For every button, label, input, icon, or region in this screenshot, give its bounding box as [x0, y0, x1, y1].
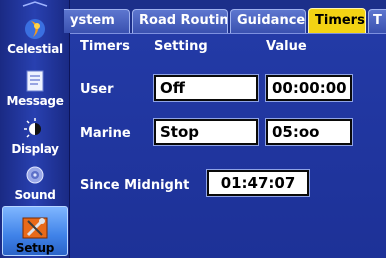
marine-timer-label: Marine	[80, 126, 131, 141]
tab-label: ystem	[70, 13, 115, 28]
tab-road-routing[interactable]: Road Routing	[132, 9, 228, 33]
tab-system[interactable]: ystem	[64, 9, 130, 33]
sidebar-item-label: Display	[11, 142, 59, 156]
since-midnight-label: Since Midnight	[80, 178, 190, 193]
tab-guidance[interactable]: Guidance	[230, 9, 306, 33]
sidebar: Celestial Message Display Sound Setup	[0, 0, 70, 258]
speaker-icon	[26, 166, 44, 184]
tab-label: Road Routing	[139, 13, 228, 28]
sidebar-item-message[interactable]: Message	[2, 58, 68, 108]
tab-label: Timers	[315, 13, 365, 28]
message-icon	[26, 70, 44, 92]
sidebar-item-celestial[interactable]: Celestial	[2, 4, 68, 56]
marine-timer-setting-field[interactable]: Stop	[153, 118, 259, 146]
sidebar-item-label: Setup	[15, 241, 55, 255]
sidebar-item-sound[interactable]: Sound	[2, 158, 68, 202]
sidebar-item-label: Celestial	[7, 42, 63, 56]
sidebar-item-setup[interactable]: Setup	[2, 206, 68, 256]
column-header-setting: Setting	[154, 39, 208, 54]
sidebar-item-label: Message	[6, 94, 64, 108]
tab-label: Guidance	[237, 13, 306, 28]
timers-panel: Timers Setting Value User Off 00:00:00 M…	[70, 33, 386, 258]
user-timer-label: User	[80, 82, 114, 97]
display-brightness-icon	[24, 118, 41, 138]
column-header-timers: Timers	[80, 39, 130, 54]
column-header-value: Value	[266, 39, 307, 54]
user-timer-setting-field[interactable]: Off	[153, 74, 259, 102]
tab-bar: ystem Road Routing Guidance Timers T	[64, 0, 386, 34]
setup-tools-icon	[22, 217, 48, 239]
celestial-icon	[25, 19, 45, 39]
tab-label: T	[373, 13, 382, 28]
tab-timers[interactable]: Timers	[308, 8, 366, 34]
since-midnight-value-field: 01:47:07	[206, 169, 310, 197]
tab-next[interactable]: T	[368, 9, 386, 33]
marine-timer-value-field[interactable]: 05:oo	[265, 118, 353, 146]
sidebar-item-display[interactable]: Display	[2, 110, 68, 156]
user-timer-value-field[interactable]: 00:00:00	[265, 74, 353, 102]
sidebar-item-label: Sound	[14, 188, 56, 202]
